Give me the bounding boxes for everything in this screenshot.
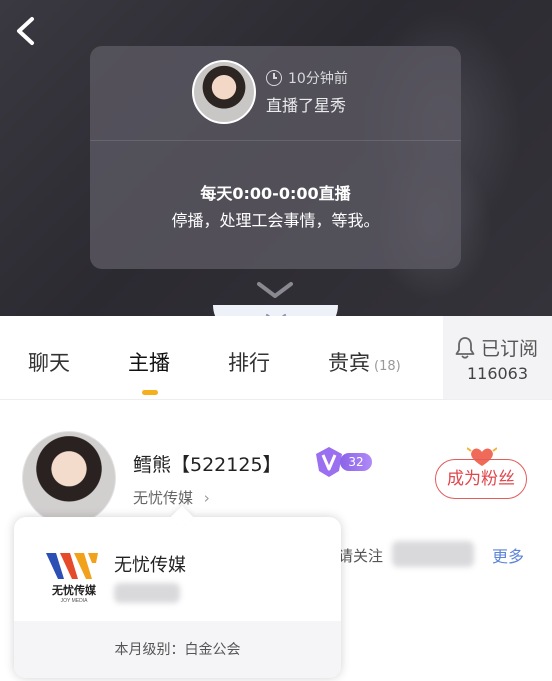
anchor-level: 32 xyxy=(340,453,372,471)
live-schedule: 每天0:00-0:00直播 xyxy=(200,184,351,203)
active-tab-indicator xyxy=(142,390,158,395)
last-live-action: 直播了星秀 xyxy=(266,96,347,115)
tab-chat[interactable]: 聊天 xyxy=(28,347,70,377)
anchor-message: 停播，处理工会事情，等我。 xyxy=(171,211,380,230)
guild-logo-icon: 无忧传媒 JOY MEDIA xyxy=(46,553,98,604)
back-button[interactable] xyxy=(10,14,44,48)
anchor-avatar[interactable] xyxy=(22,431,116,525)
guild-logo-subtext: JOY MEDIA xyxy=(61,598,89,604)
tab-vip[interactable]: 贵宾 (18) xyxy=(328,347,401,377)
clock-icon xyxy=(266,70,282,86)
chevron-down-icon[interactable] xyxy=(255,280,295,302)
guild-level-bar: 本月级别：白金公会 xyxy=(14,621,341,678)
subscribe-label: 已订阅 xyxy=(481,338,539,360)
divider xyxy=(0,399,552,400)
tab-ranking[interactable]: 排行 xyxy=(228,347,270,377)
blurred-content xyxy=(392,541,474,567)
live-notice-header: 10分钟前 直播了星秀 每天0:00-0:00直播 停播，处理工会事情，等我。 xyxy=(0,0,552,316)
agency-name: 无忧传媒 xyxy=(133,489,194,507)
anchor-name: 鳕熊【522125】 xyxy=(133,454,282,476)
divider xyxy=(90,140,461,141)
popup-pointer xyxy=(170,505,194,529)
follow-prompt: 请关注 xyxy=(338,547,384,565)
agency-link[interactable]: 无忧传媒 › xyxy=(133,487,210,508)
vip-count: (18) xyxy=(374,359,401,374)
tab-vip-label: 贵宾 xyxy=(328,351,370,375)
notice-card: 10分钟前 直播了星秀 每天0:00-0:00直播 停播，处理工会事情，等我。 xyxy=(90,46,461,269)
last-live-time: 10分钟前 xyxy=(266,68,348,88)
bell-icon xyxy=(455,337,475,359)
guild-level: 本月级别：白金公会 xyxy=(114,642,241,658)
guild-logo-text: 无忧传媒 xyxy=(51,583,97,597)
chevron-left-icon xyxy=(17,17,34,45)
become-fan-button[interactable]: 成为粉丝 xyxy=(435,459,527,499)
subscribe-button[interactable]: 已订阅 116063 xyxy=(443,316,552,400)
chevron-right-icon: › xyxy=(203,489,210,507)
guild-popup: 无忧传媒 JOY MEDIA 无忧传媒 本月级别：白金公会 xyxy=(14,505,341,678)
more-link[interactable]: 更多 xyxy=(492,543,524,567)
subscriber-count: 116063 xyxy=(466,364,529,383)
anchor-avatar-small xyxy=(192,60,256,124)
guild-name: 无忧传媒 xyxy=(114,555,186,576)
blurred-content xyxy=(114,583,180,603)
tab-anchor[interactable]: 主播 xyxy=(128,347,170,377)
last-live-time-text: 10分钟前 xyxy=(288,71,348,87)
guild-logo[interactable]: 无忧传媒 JOY MEDIA xyxy=(44,545,104,605)
